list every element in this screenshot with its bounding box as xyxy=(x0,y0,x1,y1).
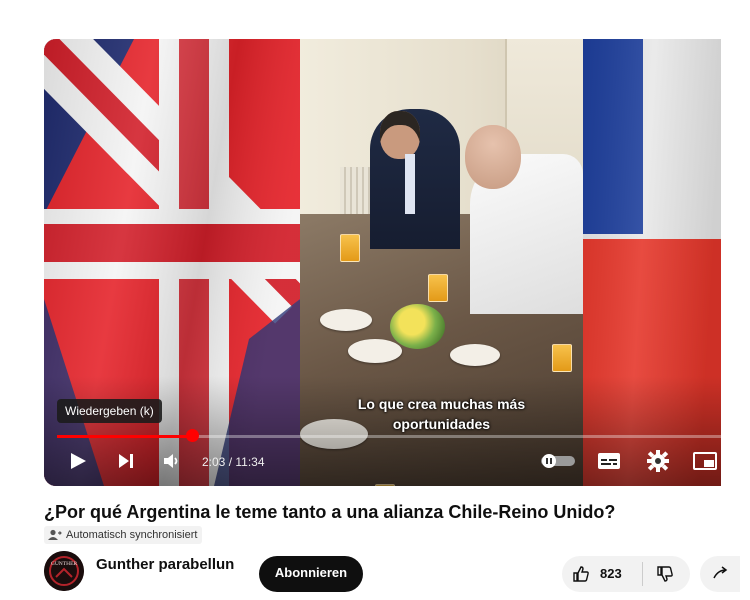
subtitle-line: oportunidades xyxy=(392,416,491,432)
progress-scrubber[interactable] xyxy=(185,429,199,442)
subtitles-button[interactable] xyxy=(596,449,622,473)
person-sync-icon xyxy=(48,529,62,540)
dislike-button[interactable] xyxy=(648,556,684,592)
thumbs-up-icon xyxy=(573,566,589,582)
autoplay-toggle-icon xyxy=(541,454,575,468)
miniplayer-button[interactable] xyxy=(692,449,718,473)
plate xyxy=(348,339,402,363)
progress-played xyxy=(57,435,192,438)
juice-glass xyxy=(552,344,572,372)
sync-badge-label: Automatisch synchronisiert xyxy=(66,529,198,541)
avatar[interactable]: GUNTHER xyxy=(44,551,84,591)
person-head xyxy=(380,111,420,159)
miniplayer-icon xyxy=(693,452,717,470)
like-button[interactable]: 823 xyxy=(562,556,642,592)
like-count: 823 xyxy=(600,566,622,581)
juice-glass xyxy=(340,234,360,262)
like-divider xyxy=(642,562,643,586)
play-icon xyxy=(71,453,86,469)
plate xyxy=(450,344,500,366)
share-button[interactable] xyxy=(700,556,740,592)
shirt xyxy=(405,154,415,214)
autoplay-toggle[interactable] xyxy=(541,449,575,473)
gear-icon xyxy=(647,450,669,472)
subtitle-line: Lo que crea muchas más xyxy=(357,396,526,412)
sync-badge: Automatisch synchronisiert xyxy=(44,526,203,544)
like-dislike-group: 823 xyxy=(562,556,690,592)
play-tooltip: Wiedergeben (k) xyxy=(57,399,162,423)
volume-icon xyxy=(164,454,178,468)
flower-bouquet xyxy=(390,304,445,349)
progress-bar[interactable] xyxy=(57,435,721,438)
time-display: 2:03 / 11:34 xyxy=(202,455,265,469)
channel-name[interactable]: Gunther parabellun xyxy=(96,556,234,573)
video-player[interactable]: Lo que crea muchas más oportunidades Wie… xyxy=(44,39,721,486)
subtitles-icon xyxy=(598,453,620,469)
subscribe-button[interactable]: Abonnieren xyxy=(259,556,363,592)
share-icon xyxy=(713,566,728,579)
person-head xyxy=(465,125,521,189)
next-icon xyxy=(119,454,133,468)
play-button[interactable] xyxy=(64,449,92,473)
avatar-text: GUNTHER xyxy=(51,561,78,567)
juice-glass xyxy=(428,274,448,302)
volume-button[interactable] xyxy=(159,449,183,473)
video-title: ¿Por qué Argentina le teme tanto a una a… xyxy=(44,502,616,522)
next-button[interactable] xyxy=(114,449,138,473)
plate xyxy=(320,309,372,331)
settings-button[interactable] xyxy=(646,449,670,473)
thumbs-down-icon xyxy=(657,566,673,582)
